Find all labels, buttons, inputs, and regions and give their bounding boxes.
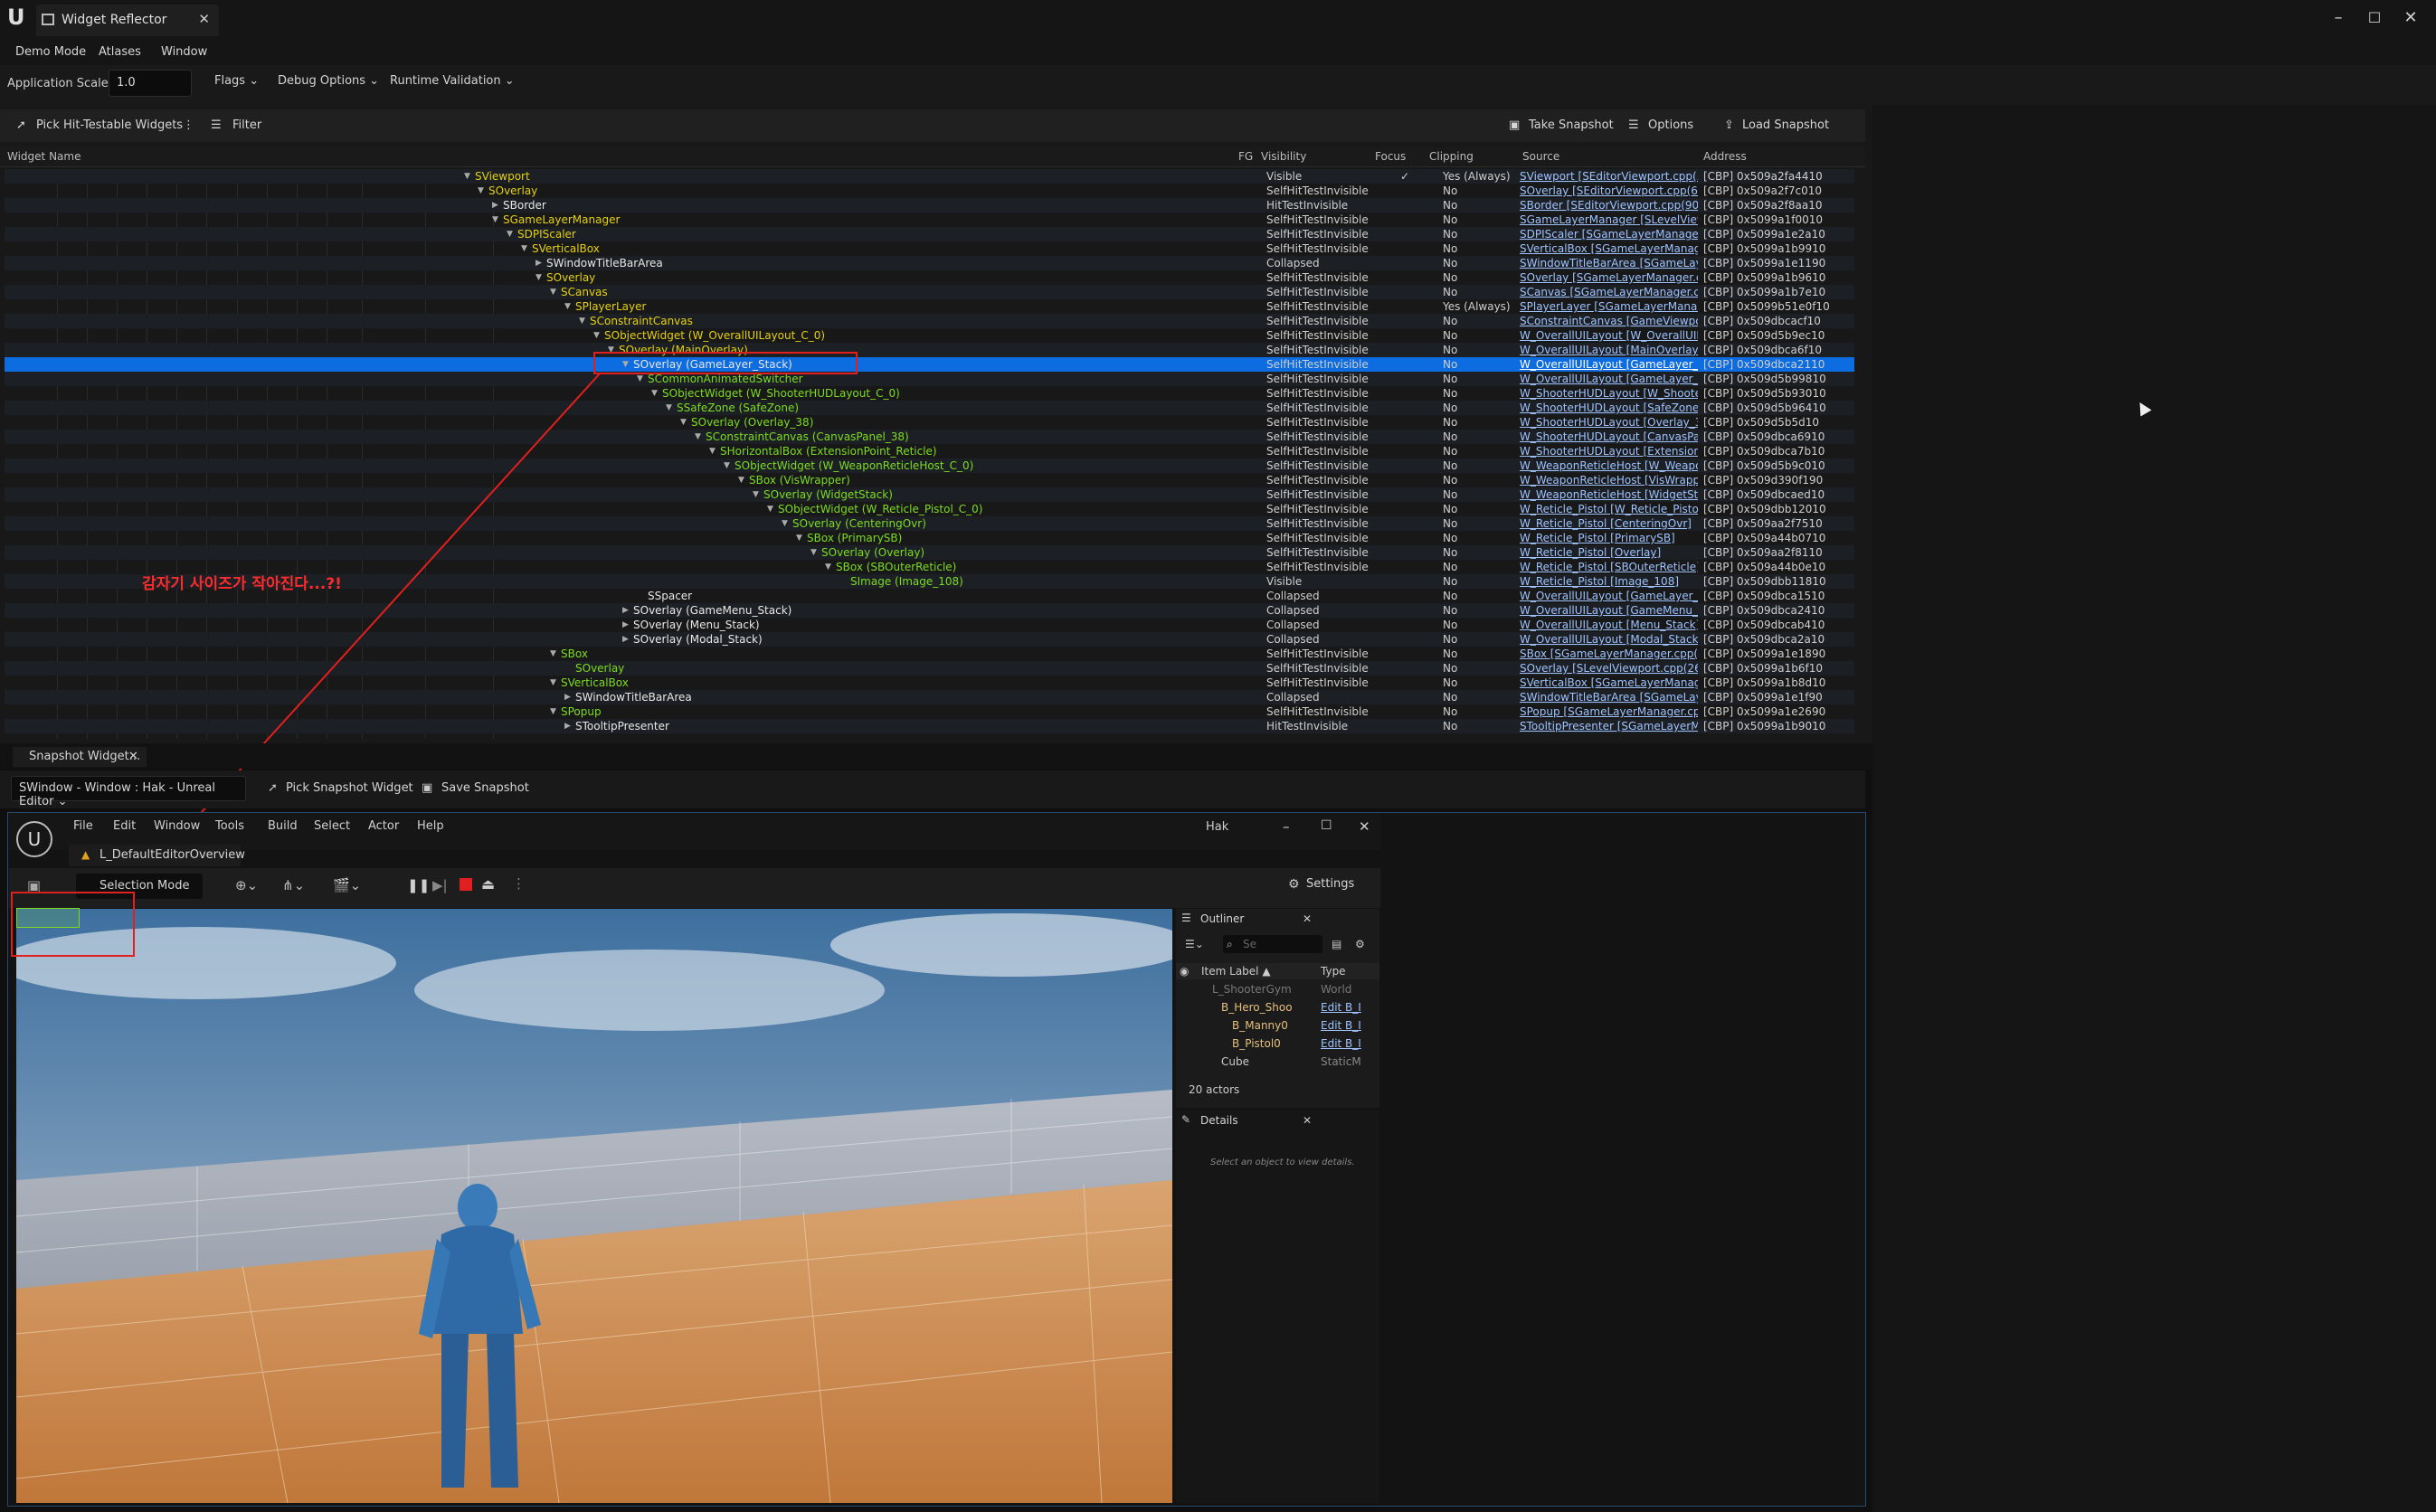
outliner-item-type[interactable]: Edit B_I xyxy=(1321,1019,1361,1032)
close-tab-icon[interactable]: ✕ xyxy=(1303,1114,1312,1127)
snapshot-tab-strip xyxy=(0,743,1872,769)
snapshot-tab-label: Snapshot Widget... xyxy=(29,750,141,763)
col-type[interactable]: Type xyxy=(1321,965,1346,978)
editor-menu-window[interactable]: Window xyxy=(154,819,200,833)
outliner-header: ◉ Item Label ▲ Type xyxy=(1176,963,1379,979)
stop-icon[interactable] xyxy=(460,878,472,891)
close-tab-icon[interactable]: ✕ xyxy=(1303,912,1312,925)
details-panel: ✎ Details ✕ Select an object to view det… xyxy=(1176,1110,1379,1503)
editor-menu-help[interactable]: Help xyxy=(417,819,444,833)
eject-icon[interactable]: ⏏ xyxy=(481,875,495,893)
outliner-icon: ☰ xyxy=(1181,912,1191,924)
pause-icon[interactable]: ❚❚ xyxy=(407,877,430,893)
outliner-title: Outliner xyxy=(1200,912,1245,925)
editor-maximize-button[interactable]: ☐ xyxy=(1321,818,1332,833)
add-content-icon[interactable]: ⊕⌄ xyxy=(235,877,258,893)
details-icon: ✎ xyxy=(1181,1113,1191,1126)
col-item-label[interactable]: Item Label ▲ xyxy=(1201,965,1271,978)
selection-mode-label: Selection Mode xyxy=(100,879,190,893)
filter-icon[interactable]: ☰⌄ xyxy=(1185,938,1204,950)
snapshot-toolbar xyxy=(0,770,1865,808)
tab-snapshot-widget[interactable]: Snapshot Widget... ✕ xyxy=(13,747,147,767)
editor-menu-file[interactable]: File xyxy=(73,819,93,833)
outliner-item[interactable]: B_Pistol0 xyxy=(1232,1037,1281,1050)
visibility-icon: ◉ xyxy=(1180,965,1190,978)
outliner-item-type: StaticM xyxy=(1321,1055,1361,1068)
level-icon: ▲ xyxy=(81,848,90,861)
editor-close-button[interactable]: ✕ xyxy=(1359,818,1370,835)
cinematics-icon[interactable]: 🎬⌄ xyxy=(333,877,361,893)
tiny-reticle-widget xyxy=(16,908,80,928)
outliner-search-input[interactable]: ⌕ Se xyxy=(1223,935,1322,953)
settings-icon[interactable]: ⚙ xyxy=(1355,938,1365,950)
game-viewport[interactable] xyxy=(16,909,1172,1503)
details-empty-text: Select an object to view details. xyxy=(1210,1158,1355,1167)
outliner-item-type[interactable]: Edit B_I xyxy=(1321,1001,1361,1014)
outliner-item-type[interactable]: Edit B_I xyxy=(1321,1037,1361,1050)
search-placeholder: Se xyxy=(1243,938,1256,950)
editor-toolbar xyxy=(9,868,1380,908)
settings-button[interactable]: Settings xyxy=(1306,877,1354,891)
editor-minimize-button[interactable]: – xyxy=(1283,818,1290,835)
save-icon: ▣ xyxy=(422,781,433,795)
level-tab-label: L_DefaultEditorOverview xyxy=(100,848,245,862)
viewport-scene xyxy=(16,909,1172,1503)
editor-menu-actor[interactable]: Actor xyxy=(368,819,399,833)
editor-menu-edit[interactable]: Edit xyxy=(113,819,136,833)
actor-count: 20 actors xyxy=(1189,1083,1240,1096)
more-options-icon[interactable]: ⋮ xyxy=(512,875,526,892)
close-tab-icon[interactable]: ✕ xyxy=(128,750,138,763)
search-icon: ⌕ xyxy=(1227,938,1233,950)
pick-snapshot-widget-button[interactable]: Pick Snapshot Widget xyxy=(286,781,413,795)
unreal-logo-icon: U xyxy=(16,821,52,857)
outliner-item[interactable]: B_Hero_Shoo xyxy=(1221,1001,1293,1014)
step-icon[interactable]: ▶| xyxy=(432,877,448,893)
level-tab[interactable]: ▲ L_DefaultEditorOverview xyxy=(69,845,245,866)
window-select[interactable]: SWindow - Window : Hak - Unreal Editor ⌄ xyxy=(11,776,246,808)
outliner-item-type: World xyxy=(1321,983,1352,996)
blueprint-icon[interactable]: ⋔⌄ xyxy=(282,877,305,893)
outliner-item[interactable]: B_Manny0 xyxy=(1232,1019,1288,1032)
settings-icon: ⚙ xyxy=(1288,877,1300,892)
editor-menu-tools[interactable]: Tools xyxy=(215,819,244,833)
editor-menu-build[interactable]: Build xyxy=(268,819,298,833)
outliner-item[interactable]: Cube xyxy=(1221,1055,1249,1068)
project-name: Hak xyxy=(1206,820,1229,834)
folder-icon[interactable]: ▤ xyxy=(1332,938,1341,950)
details-title: Details xyxy=(1200,1114,1238,1127)
save-snapshot-button[interactable]: Save Snapshot xyxy=(441,781,529,795)
pointer-icon: ➚ xyxy=(268,781,278,795)
outliner-panel: ☰ Outliner ✕ ☰⌄ ⌕ Se ▤ ⚙ ◉ Item Label ▲ … xyxy=(1176,909,1379,1108)
editor-menu-select[interactable]: Select xyxy=(314,819,350,833)
outliner-item[interactable]: L_ShooterGym xyxy=(1212,983,1292,996)
